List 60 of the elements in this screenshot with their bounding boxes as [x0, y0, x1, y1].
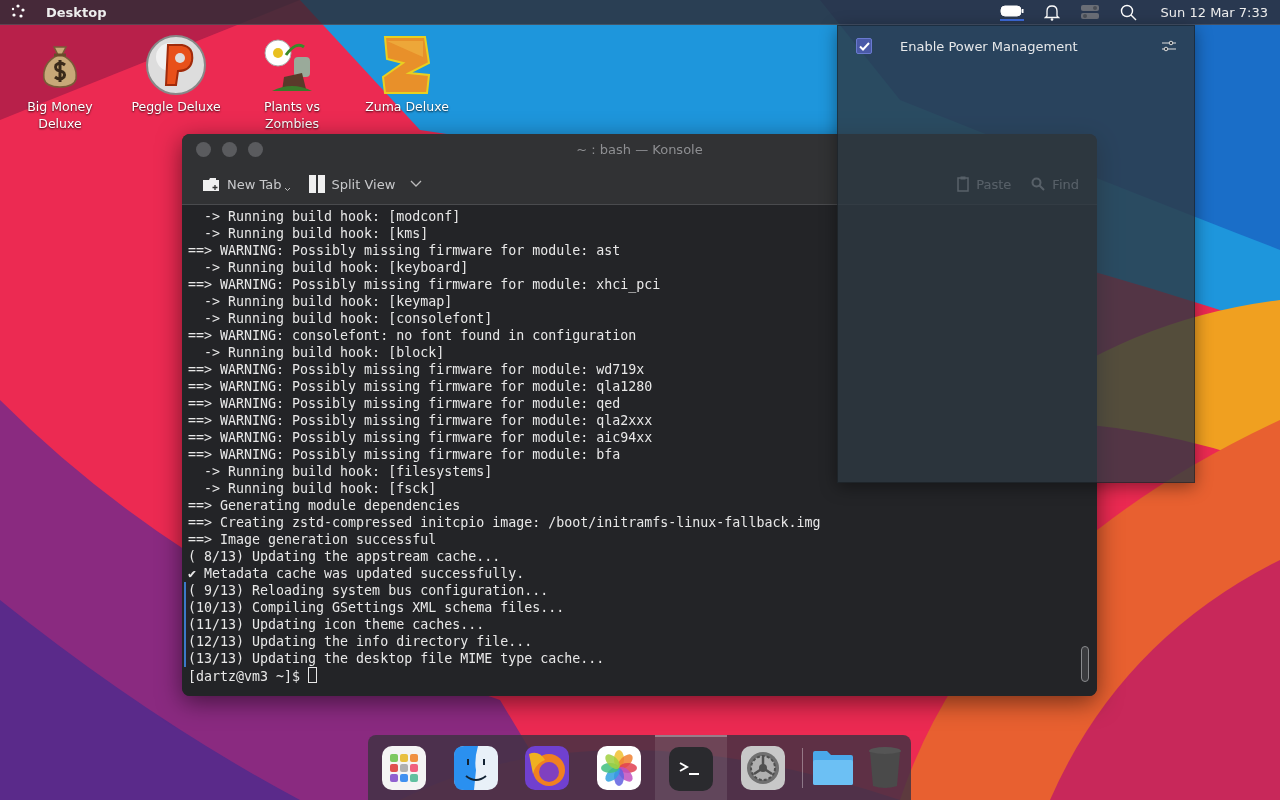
shell-prompt: [dartz@vm3 ~]$: [188, 669, 302, 684]
terminal-line: -> Running build hook: [filesystems]: [203, 464, 493, 479]
terminal-line: ✔ Metadata cache was updated successfully.: [188, 566, 525, 581]
terminal-line: (10/13) Compiling GSettings XML schema files...: [188, 600, 565, 615]
terminal-icon: [668, 746, 713, 791]
search-icon[interactable]: [1119, 3, 1137, 21]
terminal-line: -> Running build hook: [consolefont]: [203, 311, 493, 326]
desktop-icon-label[interactable]: Zuma Deluxe: [365, 98, 449, 115]
checkbox-label[interactable]: Enable Power Management: [900, 38, 1162, 54]
desktop-icon-label[interactable]: Plants vs Zombies: [242, 98, 342, 132]
checkbox[interactable]: [856, 38, 872, 54]
gear-icon: [740, 745, 785, 790]
terminal-line: ==> WARNING: Possibly missing firmware for module: xhci_pci: [188, 277, 661, 292]
ball-icon: [144, 33, 208, 97]
toggles-icon[interactable]: [1079, 4, 1100, 20]
terminal-line: ==> Image generation successful: [188, 532, 437, 547]
terminal-line: ( 9/13) Reloading system bus configuration...: [188, 583, 549, 598]
terminal-line: (11/13) Updating icon theme caches...: [188, 617, 485, 632]
battery-icon[interactable]: [999, 3, 1024, 21]
caret-icon: [410, 180, 423, 188]
terminal-line: ==> WARNING: Possibly missing firmware for module: wd719x: [188, 362, 645, 377]
scrollbar-thumb[interactable]: [1081, 646, 1089, 682]
terminal-line: ==> WARNING: Possibly missing firmware for module: aic94xx: [188, 430, 653, 445]
app-grid-icon: [381, 745, 426, 790]
clock[interactable]: Sun 12 Mar 7:33: [1160, 4, 1268, 20]
terminal-line: ==> WARNING: Possibly missing firmware for module: bfa: [188, 447, 621, 462]
split-view-icon: [308, 175, 325, 193]
terminal-line: -> Running build hook: [block]: [203, 345, 445, 360]
toolbar-button[interactable]: New Tab: [200, 174, 293, 194]
terminal-line: ==> WARNING: Possibly missing firmware for module: ast: [188, 243, 621, 258]
window-title: ~ : bash — Konsole: [576, 141, 703, 157]
terminal-line: ==> WARNING: Possibly missing firmware for module: qla2xxx: [188, 413, 653, 428]
fox-globe-icon: [525, 745, 570, 790]
terminal-line: ==> Creating zstd-compressed initcpio image: /boot/initramfs-linux-fallback.img: [188, 515, 821, 530]
toolbar-button[interactable]: Split View: [306, 173, 425, 195]
folder-icon: [811, 748, 856, 787]
terminal-line: ==> Generating module dependencies: [188, 498, 461, 513]
active-app-title: Desktop: [46, 4, 107, 20]
new-tab-icon: [202, 176, 220, 192]
trash-icon: [867, 745, 904, 790]
terminal-line: ==> WARNING: Possibly missing firmware for module: qed: [188, 396, 621, 411]
launcher-icon[interactable]: [10, 4, 26, 20]
caret-icon: [283, 187, 291, 192]
bell-icon[interactable]: [1043, 3, 1060, 21]
terminal-line: -> Running build hook: [modconf]: [203, 209, 461, 224]
desktop-icon-label[interactable]: Peggle Deluxe: [131, 98, 221, 115]
terminal-line: -> Running build hook: [keyboard]: [203, 260, 469, 275]
terminal-line: -> Running build hook: [keymap]: [203, 294, 453, 309]
terminal-line: (12/13) Updating the info directory file...: [188, 634, 533, 649]
terminal-line: -> Running build hook: [fsck]: [203, 481, 437, 496]
terminal-line: ( 8/13) Updating the appstream cache...: [188, 549, 501, 564]
smiling-face-icon: [453, 745, 498, 790]
flower-icon: [597, 745, 642, 790]
settings-icon[interactable]: [1162, 40, 1176, 52]
terminal-line: (13/13) Updating the desktop file MIME type cache...: [188, 651, 605, 666]
desktop-icon-label[interactable]: Big Money Deluxe: [10, 98, 110, 132]
terminal-line: ==> WARNING: consolefont: no font found in configuration: [188, 328, 637, 343]
terminal-line: -> Running build hook: [kms]: [203, 226, 429, 241]
terminal-line: ==> WARNING: Possibly missing firmware for module: qla1280: [188, 379, 653, 394]
text-cursor: [308, 667, 318, 683]
